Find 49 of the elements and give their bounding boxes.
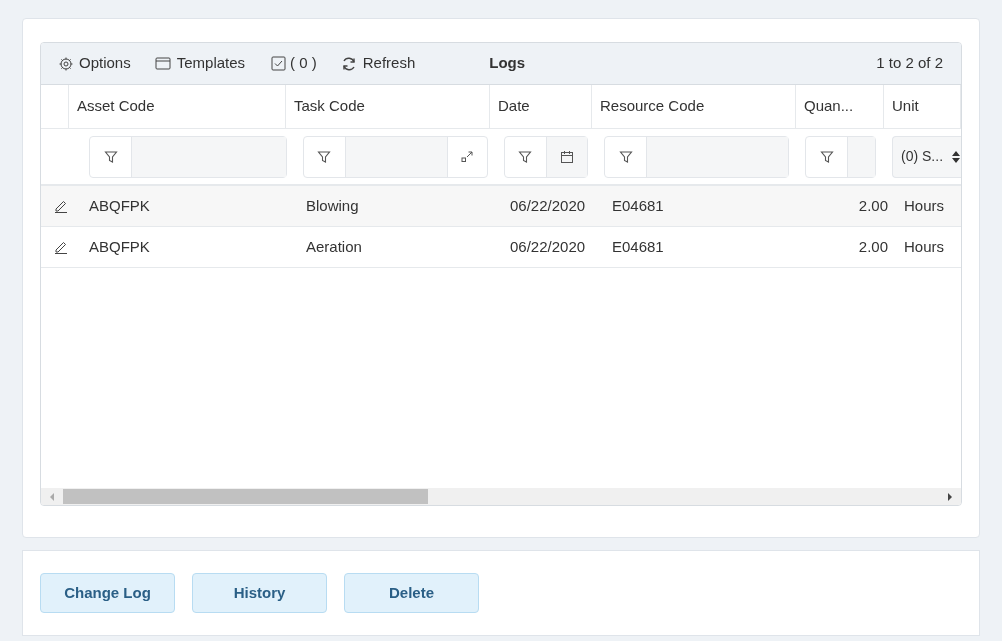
gear-icon bbox=[59, 56, 73, 71]
checkbox-icon bbox=[271, 56, 287, 71]
column-header[interactable]: Task Code bbox=[286, 85, 490, 128]
action-button[interactable]: Delete bbox=[344, 573, 479, 613]
table-cell-text: 2.00 bbox=[857, 195, 889, 216]
calendar-icon bbox=[559, 149, 574, 164]
sort-arrows-icon bbox=[951, 149, 961, 164]
filter-icon bbox=[618, 149, 633, 164]
filter-field[interactable] bbox=[805, 135, 876, 178]
refresh-icon bbox=[340, 56, 357, 71]
column-header[interactable]: Resource Code bbox=[592, 85, 796, 128]
selected-count-button[interactable]: ( 0 ) bbox=[271, 52, 317, 75]
filter-field[interactable] bbox=[503, 135, 589, 178]
table-cell-text: 06/22/2020 bbox=[509, 236, 587, 257]
action-button[interactable]: History bbox=[192, 573, 327, 613]
scrollbar-thumb[interactable] bbox=[63, 489, 428, 504]
window-icon bbox=[154, 57, 171, 70]
filter-icon bbox=[819, 149, 834, 164]
action-button[interactable]: Change Log bbox=[40, 573, 175, 613]
table-cell-text: Blowing bbox=[305, 195, 360, 216]
column-header[interactable]: Date bbox=[490, 85, 592, 128]
edit-icon[interactable] bbox=[54, 199, 68, 213]
templates-button[interactable]: Templates bbox=[154, 52, 246, 75]
table-cell-text: 06/22/2020 bbox=[509, 195, 587, 216]
filter-field[interactable] bbox=[604, 135, 790, 178]
table-cell-text: Hours bbox=[903, 236, 945, 257]
horizontal-scrollbar[interactable] bbox=[41, 488, 961, 505]
column-header[interactable]: Quan... bbox=[796, 85, 884, 128]
record-range: 1 to 2 of 2 bbox=[876, 53, 943, 74]
edit-icon[interactable] bbox=[54, 240, 68, 254]
filter-icon bbox=[103, 149, 118, 164]
table-cell-text: E04681 bbox=[611, 236, 665, 257]
column-header[interactable]: Asset Code bbox=[69, 85, 286, 128]
filter-select[interactable]: (0) S... bbox=[892, 135, 961, 178]
table-cell-text: 2.00 bbox=[857, 236, 889, 257]
table-cell-text: ABQFPK bbox=[88, 236, 151, 257]
filter-field[interactable] bbox=[89, 135, 287, 178]
table-cell-text: E04681 bbox=[611, 195, 665, 216]
filter-icon bbox=[317, 149, 332, 164]
table-cell-text: Hours bbox=[903, 195, 945, 216]
table-cell-text: Aeration bbox=[305, 236, 363, 257]
filter-icon bbox=[518, 149, 533, 164]
table-cell-text: ABQFPK bbox=[88, 195, 151, 216]
expand-icon bbox=[461, 150, 474, 163]
grid-title: Logs bbox=[489, 53, 526, 74]
column-header[interactable]: Unit bbox=[884, 85, 961, 128]
refresh-button[interactable]: Refresh bbox=[340, 52, 416, 75]
options-button[interactable]: Options bbox=[59, 52, 131, 75]
filter-field[interactable] bbox=[302, 135, 488, 178]
